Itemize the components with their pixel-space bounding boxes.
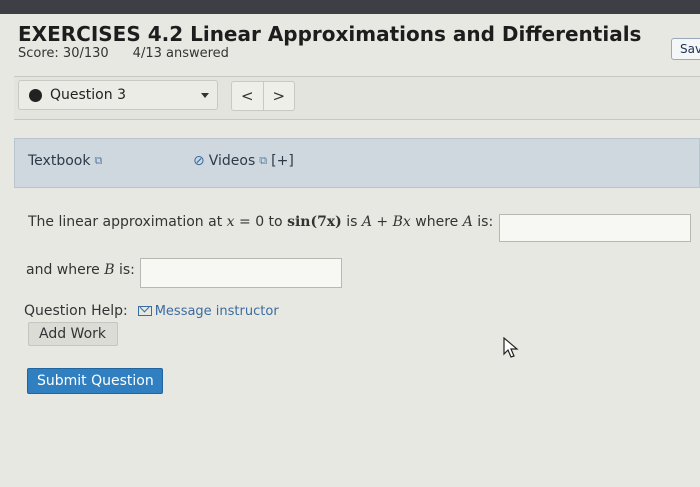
add-work-button[interactable]: Add Work: [28, 322, 118, 346]
save-button[interactable]: Sav: [671, 38, 700, 60]
question-select-label: Question 3: [50, 87, 126, 103]
question-part-b: and where B is:: [26, 262, 135, 278]
textbook-link[interactable]: Textbook ⧉: [28, 153, 102, 169]
external-link-icon: ⧉: [94, 154, 103, 167]
answer-a-input[interactable]: [499, 214, 691, 242]
math-var: x: [226, 214, 235, 230]
videos-link[interactable]: ⊘ Videos ⧉ [+]: [193, 153, 294, 169]
mouse-cursor-icon: [503, 337, 519, 358]
textbook-label: Textbook: [28, 153, 91, 169]
score-text: Score: 30/130: [18, 46, 109, 61]
math-expr: A + Bx: [361, 214, 411, 230]
answered-count: 4/13 answered: [132, 46, 229, 61]
videos-label: Videos: [208, 153, 256, 169]
resources-bar: [14, 138, 700, 188]
question-text: = 0 to: [239, 214, 283, 230]
score-row: Score: 30/130 4/13 answered: [18, 46, 229, 61]
math-var: A: [462, 214, 473, 230]
question-text: is: [346, 214, 358, 230]
browser-top-bar: [0, 0, 700, 14]
message-instructor-label: Message instructor: [154, 304, 279, 319]
question-pager: < >: [231, 81, 295, 111]
status-dot-icon: [29, 88, 42, 102]
question-select[interactable]: Question 3: [18, 80, 218, 110]
prev-question-button[interactable]: <: [232, 82, 264, 110]
page-title: EXERCISES 4.2 Linear Approximations and …: [18, 22, 642, 46]
next-question-button[interactable]: >: [264, 82, 295, 110]
chevron-down-icon: [201, 93, 209, 98]
mail-icon: [137, 306, 152, 316]
question-text: is:: [477, 214, 494, 230]
question-text: is:: [119, 262, 135, 278]
question-help: Question Help: Message instructor: [24, 303, 279, 319]
videos-expand-toggle[interactable]: [+]: [271, 153, 294, 169]
message-instructor-link[interactable]: Message instructor: [137, 303, 279, 319]
question-text: where: [415, 214, 459, 230]
math-func: sin(7x): [287, 214, 342, 230]
paperclip-icon: ⊘: [193, 153, 205, 169]
question-help-label: Question Help:: [24, 303, 128, 319]
question-text: and where: [26, 262, 100, 278]
external-link-icon: ⧉: [259, 154, 268, 167]
answer-b-input[interactable]: [140, 258, 342, 288]
question-part-a: The linear approximation at x = 0 to sin…: [28, 214, 493, 230]
question-text: The linear approximation at: [28, 214, 223, 230]
math-var: B: [104, 262, 115, 278]
submit-question-button[interactable]: Submit Question: [27, 368, 163, 394]
